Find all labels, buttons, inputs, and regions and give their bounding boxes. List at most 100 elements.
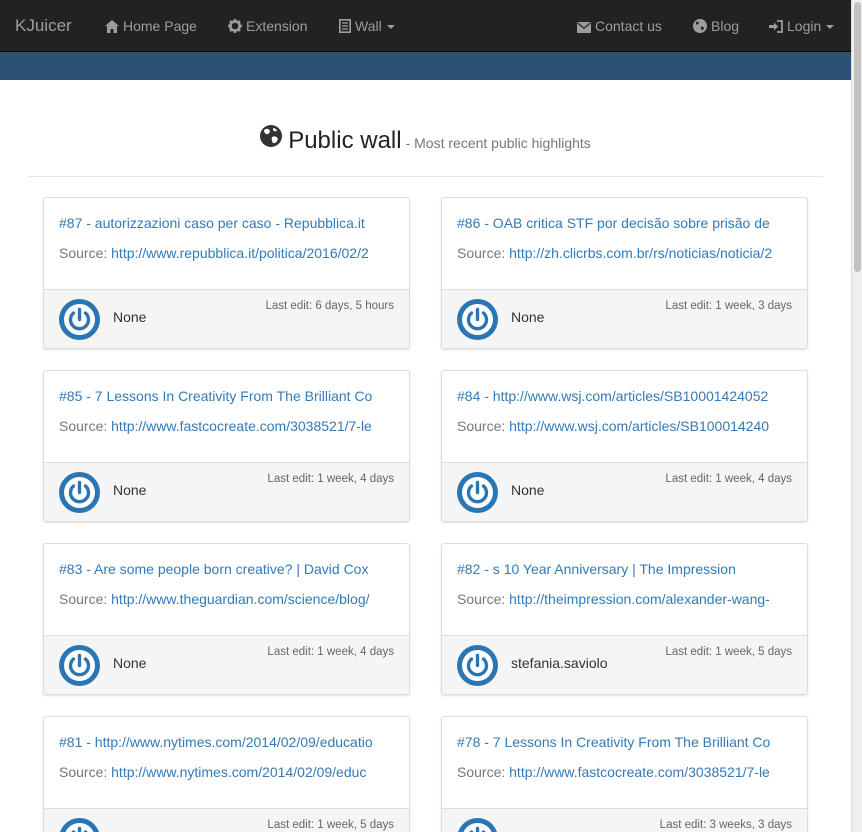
highlight-card: #85 - 7 Lessons In Creativity From The B… [43, 370, 410, 522]
nav-wall-dropdown[interactable]: Wall [339, 0, 395, 52]
highlight-source: Source: http://www.fastcocreate.com/3038… [59, 418, 394, 434]
highlight-title-link[interactable]: #83 - Are some people born creative? | D… [59, 561, 394, 577]
last-edit: Last edit: 1 week, 3 days [665, 300, 792, 312]
nav-login-label: Login [787, 18, 822, 34]
highlight-card: #82 - s 10 Year Anniversary | The Impres… [441, 543, 808, 695]
last-edit: Last edit: 1 week, 4 days [267, 646, 394, 658]
card-footer: stefania.saviolo Last edit: 1 week, 5 da… [442, 635, 807, 694]
source-url-link[interactable]: http://theimpression.com/alexander-wang- [509, 591, 770, 607]
highlight-card: #83 - Are some people born creative? | D… [43, 543, 410, 695]
source-url-link[interactable]: http://www.wsj.com/articles/SB100014240 [509, 418, 769, 434]
power-avatar-icon [60, 818, 99, 832]
highlight-source: Source: http://www.nytimes.com/2014/02/0… [59, 764, 394, 780]
username: None [113, 482, 147, 498]
highlight-title-link[interactable]: #85 - 7 Lessons In Creativity From The B… [59, 388, 394, 404]
nav-extension[interactable]: Extension [228, 0, 307, 52]
source-url-link[interactable]: http://zh.clicrbs.com.br/rs/noticias/not… [509, 245, 772, 261]
navbar: KJuicer Home Page Extension Wall Contact… [0, 0, 851, 52]
highlight-card: #87 - autorizzazioni caso per caso - Rep… [43, 197, 410, 349]
source-label: Source: [457, 591, 506, 607]
source-label: Source: [457, 764, 506, 780]
nav-contact-label: Contact us [595, 18, 662, 34]
globe-icon [693, 19, 707, 33]
highlight-title-link[interactable]: #82 - s 10 Year Anniversary | The Impres… [457, 561, 792, 577]
chevron-down-icon [386, 25, 395, 29]
power-avatar-icon [59, 299, 100, 340]
power-avatar-icon [59, 472, 100, 513]
highlight-card: #86 - OAB critica STF por decisão sobre … [441, 197, 808, 349]
source-url-link[interactable]: http://www.fastcocreate.com/3038521/7-le [509, 764, 770, 780]
card-footer: None Last edit: 1 week, 3 days [442, 289, 807, 348]
highlight-source: Source: http://www.fastcocreate.com/3038… [457, 764, 792, 780]
source-label: Source: [59, 245, 108, 261]
highlight-title-link[interactable]: #86 - OAB critica STF por decisão sobre … [457, 215, 792, 231]
last-edit: Last edit: 1 week, 5 days [267, 819, 394, 831]
highlight-source: Source: http://www.theguardian.com/scien… [59, 591, 394, 607]
envelope-icon [577, 22, 591, 33]
highlight-card: #81 - http://www.nytimes.com/2014/02/09/… [43, 716, 410, 832]
nav-extension-label: Extension [246, 18, 308, 34]
last-edit: Last edit: 1 week, 4 days [267, 473, 394, 485]
scrollbar[interactable] [851, 0, 862, 832]
last-edit: Last edit: 1 week, 4 days [665, 473, 792, 485]
highlight-card: #84 - http://www.wsj.com/articles/SB1000… [441, 370, 808, 522]
globe-icon [260, 125, 283, 147]
scrollbar-thumb[interactable] [854, 2, 861, 272]
username: None [113, 655, 147, 671]
power-avatar-icon [457, 645, 498, 686]
highlight-title-link[interactable]: #87 - autorizzazioni caso per caso - Rep… [59, 215, 394, 231]
card-footer: Last edit: 1 week, 5 days [44, 808, 409, 832]
source-label: Source: [59, 764, 108, 780]
highlight-source: Source: http://theimpression.com/alexand… [457, 591, 792, 607]
source-label: Source: [457, 418, 506, 434]
home-icon [105, 20, 119, 33]
highlight-source: Source: http://zh.clicrbs.com.br/rs/noti… [457, 245, 792, 261]
power-avatar-icon [59, 645, 100, 686]
divider [28, 176, 823, 177]
source-url-link[interactable]: http://www.repubblica.it/politica/2016/0… [111, 245, 369, 261]
source-url-link[interactable]: http://www.fastcocreate.com/3038521/7-le [111, 418, 372, 434]
source-label: Source: [59, 418, 108, 434]
highlight-title-link[interactable]: #81 - http://www.nytimes.com/2014/02/09/… [59, 734, 394, 750]
source-label: Source: [59, 591, 108, 607]
gear-icon [228, 19, 242, 33]
highlight-source: Source: http://www.repubblica.it/politic… [59, 245, 394, 261]
highlight-title-link[interactable]: #84 - http://www.wsj.com/articles/SB1000… [457, 388, 792, 404]
page-subtitle: - Most recent public highlights [405, 135, 591, 152]
last-edit: Last edit: 3 weeks, 3 days [659, 819, 792, 831]
source-url-link[interactable]: http://www.nytimes.com/2014/02/09/educ [111, 764, 366, 780]
last-edit: Last edit: 6 days, 5 hours [265, 300, 395, 312]
card-footer: None Last edit: 1 week, 4 days [44, 462, 409, 521]
highlight-source: Source: http://www.wsj.com/articles/SB10… [457, 418, 792, 434]
chevron-down-icon [826, 25, 835, 29]
brand-logo[interactable]: KJuicer [15, 0, 72, 52]
username: stefania.saviolo [511, 655, 608, 671]
power-avatar-icon [457, 299, 498, 340]
card-footer: None Last edit: 1 week, 4 days [44, 635, 409, 694]
nav-home[interactable]: Home Page [105, 0, 197, 52]
highlight-title-link[interactable]: #78 - 7 Lessons In Creativity From The B… [457, 734, 792, 750]
card-footer: None Last edit: 6 days, 5 hours [44, 289, 409, 348]
username: None [113, 309, 147, 325]
nav-login-dropdown[interactable]: Login [769, 0, 835, 52]
username: None [511, 309, 545, 325]
nav-contact[interactable]: Contact us [577, 0, 662, 52]
highlight-card: #78 - 7 Lessons In Creativity From The B… [441, 716, 808, 832]
last-edit: Last edit: 1 week, 5 days [665, 646, 792, 658]
nav-blog-label: Blog [711, 18, 740, 34]
source-label: Source: [457, 245, 506, 261]
nav-home-label: Home Page [123, 18, 197, 34]
card-footer: Last edit: 3 weeks, 3 days [442, 808, 807, 832]
page-title: Public wall - Most recent public highligh… [288, 127, 591, 155]
login-icon [769, 20, 783, 33]
nav-wall-label: Wall [355, 18, 382, 34]
source-url-link[interactable]: http://www.theguardian.com/science/blog/ [111, 591, 369, 607]
username: None [511, 482, 545, 498]
header-band [0, 52, 851, 80]
nav-blog[interactable]: Blog [693, 0, 739, 52]
book-icon [339, 19, 351, 33]
card-footer: None Last edit: 1 week, 4 days [442, 462, 807, 521]
power-avatar-icon [458, 818, 497, 832]
page-header: Public wall - Most recent public highligh… [0, 125, 851, 155]
power-avatar-icon [457, 472, 498, 513]
